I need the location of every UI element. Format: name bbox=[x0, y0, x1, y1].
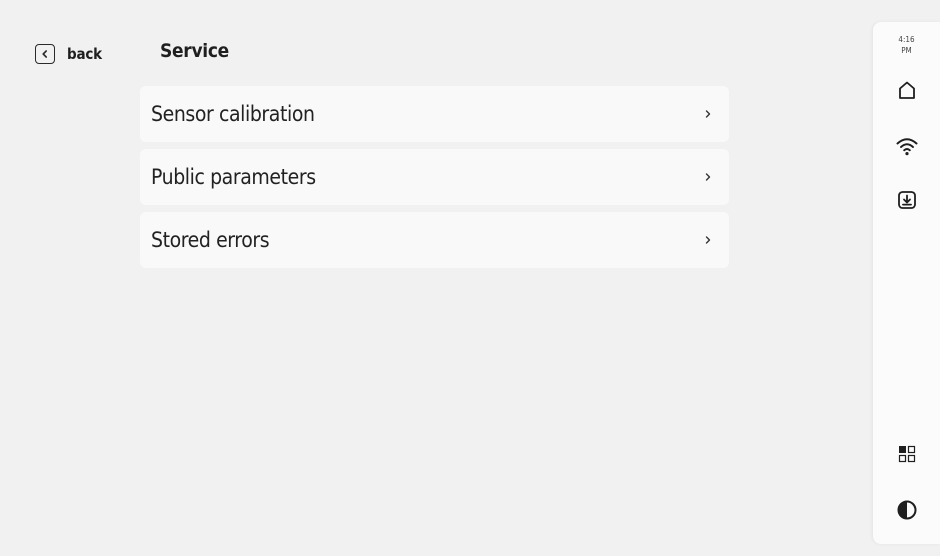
layout-grid-icon[interactable] bbox=[895, 442, 919, 466]
back-button[interactable]: back bbox=[35, 42, 102, 66]
chevron-left-icon bbox=[35, 44, 55, 64]
download-icon[interactable] bbox=[895, 188, 919, 212]
back-label: back bbox=[67, 45, 102, 63]
menu-item-label: Sensor calibration bbox=[151, 102, 315, 126]
menu-item-label: Public parameters bbox=[151, 165, 316, 189]
menu-item-label: Stored errors bbox=[151, 228, 270, 252]
chevron-right-icon bbox=[703, 171, 713, 183]
page-title: Service bbox=[160, 40, 229, 62]
chevron-right-icon bbox=[703, 108, 713, 120]
service-menu: Sensor calibration Public parameters Sto… bbox=[140, 86, 729, 275]
menu-item-stored-errors[interactable]: Stored errors bbox=[140, 212, 729, 268]
menu-item-sensor-calibration[interactable]: Sensor calibration bbox=[140, 86, 729, 142]
menu-item-public-parameters[interactable]: Public parameters bbox=[140, 149, 729, 205]
contrast-icon[interactable] bbox=[895, 498, 919, 522]
clock-ampm: PM bbox=[901, 46, 912, 55]
clock: 4:16 PM bbox=[873, 34, 940, 56]
service-screen: back Service Sensor calibration Public p… bbox=[0, 0, 940, 556]
home-icon[interactable] bbox=[895, 78, 919, 102]
wifi-icon[interactable] bbox=[895, 134, 919, 158]
chevron-right-icon bbox=[703, 234, 713, 246]
right-sidebar: 4:16 PM bbox=[873, 22, 940, 544]
clock-time: 4:16 bbox=[898, 35, 915, 44]
